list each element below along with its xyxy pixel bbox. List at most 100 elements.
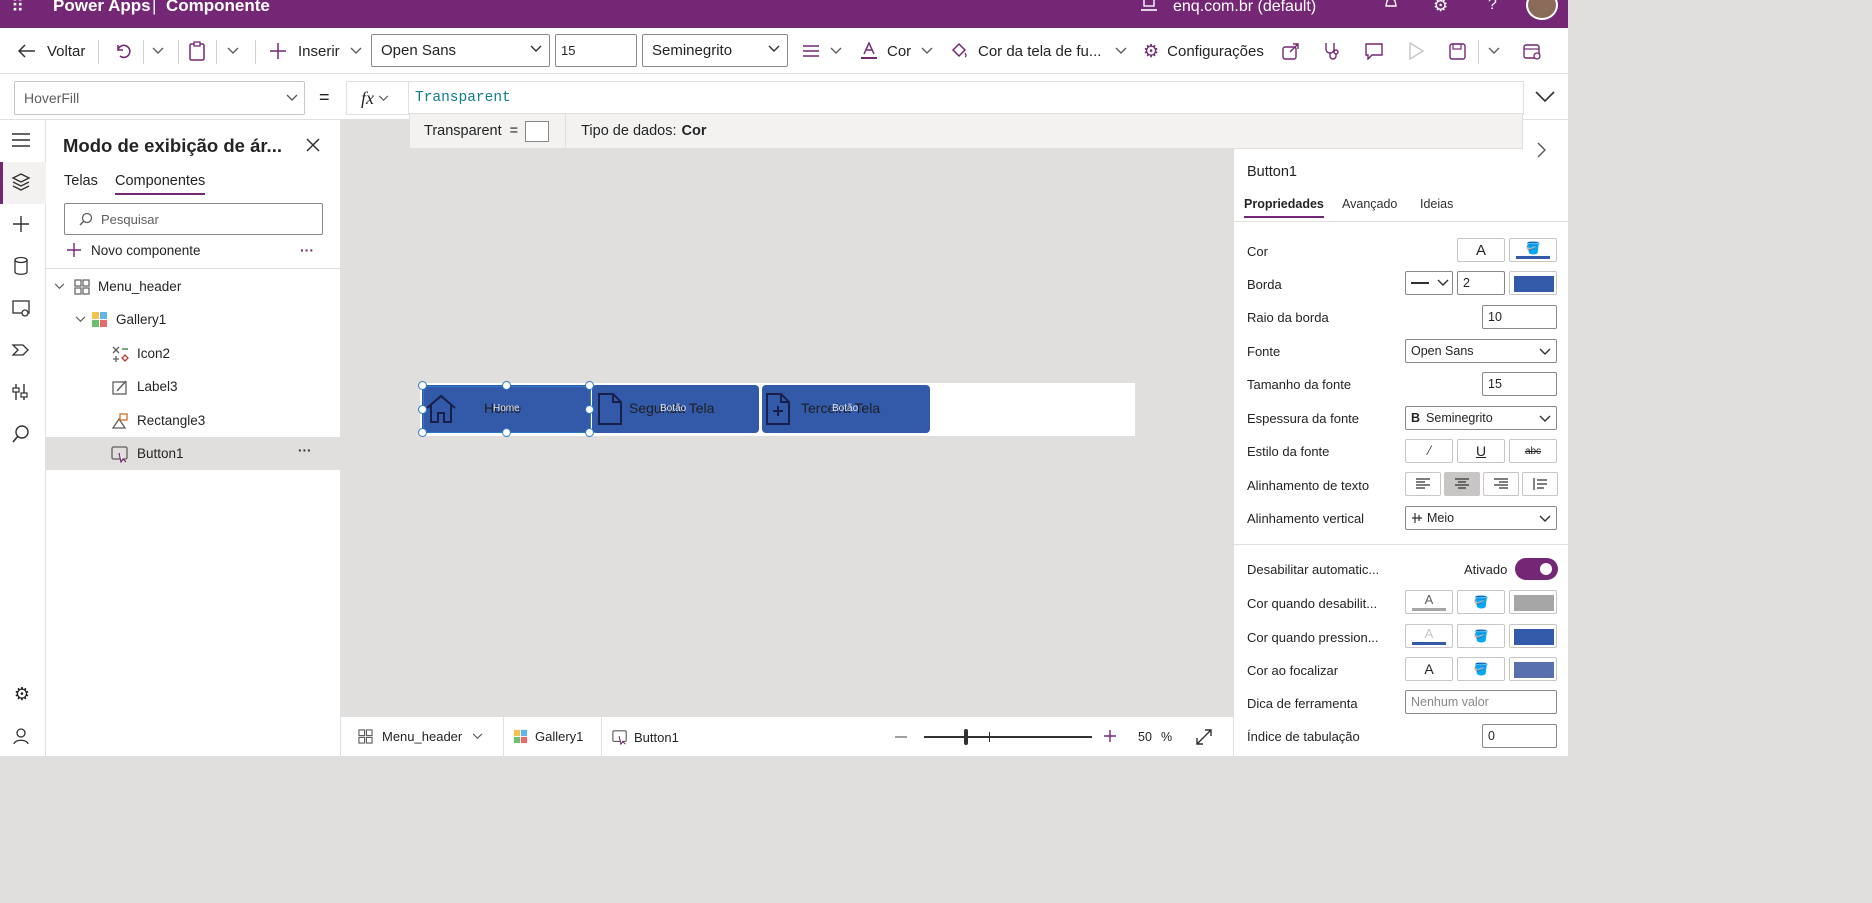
virtual-agent-icon[interactable] <box>11 726 33 748</box>
new-component-button[interactable]: Novo componente <box>66 242 201 258</box>
search-input[interactable]: Pesquisar <box>64 203 323 235</box>
pressed-fill-picker[interactable]: 🪣 <box>1457 624 1505 648</box>
preview-button[interactable] <box>1408 28 1424 74</box>
settings-icon[interactable]: ⚙ <box>11 684 33 706</box>
zoom-out-icon[interactable] <box>895 736 907 738</box>
media-icon[interactable] <box>11 298 33 320</box>
focus-text-color-picker[interactable]: A <box>1405 657 1453 681</box>
tree-node-icon2[interactable]: Icon2 <box>46 337 341 370</box>
breadcrumb-menu-header[interactable]: Menu_header <box>358 729 483 744</box>
undo-button[interactable] <box>114 28 132 74</box>
screen-fill-button[interactable]: Cor da tela de fu... <box>950 28 1127 74</box>
insert-button[interactable]: Inserir <box>269 28 362 74</box>
avatar[interactable] <box>1526 0 1558 20</box>
back-button[interactable]: Voltar <box>18 28 85 74</box>
auto-disable-toggle[interactable] <box>1515 558 1558 580</box>
font-weight-select[interactable]: B Seminegrito <box>1405 406 1557 430</box>
disabled-fill-picker[interactable]: 🪣 <box>1457 590 1505 614</box>
strikethrough-button[interactable]: abc <box>1509 439 1557 463</box>
waffle-icon[interactable]: ⠿ <box>11 0 24 17</box>
tree-node-menu-header[interactable]: Menu_header <box>46 270 341 303</box>
text-color-button[interactable]: Cor <box>861 28 933 74</box>
pressed-text-color-picker[interactable]: A <box>1405 624 1453 648</box>
resize-handle-se[interactable] <box>585 428 594 437</box>
resize-handle-e[interactable] <box>585 405 594 414</box>
resize-handle-s[interactable] <box>502 428 511 437</box>
design-canvas[interactable]: Home Home Segunda Tela Botão Terceira Te… <box>341 120 1233 716</box>
close-icon[interactable] <box>306 138 320 152</box>
focus-border-picker[interactable] <box>1509 657 1557 681</box>
gallery-button-terceira[interactable]: Terceira Tela Botão <box>762 385 930 433</box>
hamburger-icon[interactable] <box>11 132 33 154</box>
disabled-text-color-picker[interactable]: A <box>1405 590 1453 614</box>
align-justify-button[interactable] <box>1522 472 1558 496</box>
pressed-border-picker[interactable] <box>1509 624 1557 648</box>
panel-expand-chevron-icon[interactable] <box>1537 142 1546 158</box>
breadcrumb-button1[interactable]: Button1 <box>612 729 679 745</box>
font-family-select[interactable]: Open Sans <box>371 34 550 67</box>
zoom-slider[interactable] <box>924 728 1092 746</box>
breadcrumb-gallery1[interactable]: Gallery1 <box>513 729 583 744</box>
border-color-picker[interactable] <box>1509 271 1557 295</box>
font-weight-select[interactable]: Seminegrito <box>642 34 788 67</box>
border-radius-input[interactable]: 10 <box>1482 305 1557 329</box>
fit-to-window-icon[interactable] <box>1196 729 1212 745</box>
resize-handle-w[interactable] <box>418 405 427 414</box>
gear-icon[interactable]: ⚙ <box>1433 0 1448 16</box>
tab-index-input[interactable]: 0 <box>1482 724 1557 748</box>
settings-button[interactable]: ⚙ Configurações <box>1143 28 1264 74</box>
tab-componentes[interactable]: Componentes <box>115 173 206 195</box>
text-color-picker[interactable]: A <box>1457 238 1505 262</box>
save-button[interactable] <box>1449 28 1466 74</box>
resize-handle-nw[interactable] <box>418 381 427 390</box>
comments-button[interactable] <box>1365 28 1383 74</box>
undo-menu-chevron[interactable] <box>152 28 164 74</box>
search-icon[interactable] <box>11 424 33 446</box>
tree-node-rectangle3[interactable]: Rectangle3 <box>46 404 341 437</box>
border-style-select[interactable] <box>1405 271 1453 295</box>
font-size-input[interactable]: 15 <box>1482 372 1557 396</box>
power-automate-icon[interactable] <box>11 340 33 362</box>
share-button[interactable] <box>1282 28 1300 74</box>
more-options-icon[interactable]: ··· <box>298 443 312 458</box>
bell-icon[interactable] <box>1384 0 1398 9</box>
save-menu-chevron[interactable] <box>1488 28 1500 74</box>
environment-icon[interactable] <box>1141 0 1157 12</box>
font-select[interactable]: Open Sans <box>1405 339 1557 363</box>
tree-node-gallery1[interactable]: Gallery1 <box>46 303 341 336</box>
align-right-button[interactable] <box>1483 472 1519 496</box>
font-size-input[interactable]: 15 <box>555 34 637 67</box>
resize-handle-n[interactable] <box>502 381 511 390</box>
focus-fill-picker[interactable]: 🪣 <box>1457 657 1505 681</box>
environment-name[interactable]: enq.com.br (default) <box>1173 0 1316 16</box>
tab-telas[interactable]: Telas <box>64 173 98 189</box>
tab-propriedades[interactable]: Propriedades <box>1244 197 1324 218</box>
app-checker-button[interactable] <box>1323 28 1341 74</box>
property-select[interactable]: HoverFill <box>14 81 305 115</box>
database-icon[interactable] <box>11 256 33 278</box>
tree-node-label3[interactable]: Label3 <box>46 370 341 403</box>
tree-node-button1[interactable]: Button1 ··· <box>46 437 341 470</box>
underline-button[interactable]: U <box>1457 439 1505 463</box>
vertical-align-select[interactable]: Meio <box>1405 506 1557 530</box>
italic-button[interactable]: / <box>1405 439 1453 463</box>
zoom-slider-thumb[interactable] <box>964 729 968 745</box>
disabled-border-picker[interactable] <box>1509 590 1557 614</box>
zoom-in-icon[interactable] <box>1103 729 1117 743</box>
tab-ideias[interactable]: Ideias <box>1420 197 1453 211</box>
formula-input[interactable]: Transparent <box>408 81 1524 115</box>
paste-menu-chevron[interactable] <box>227 28 239 74</box>
text-align-button[interactable] <box>803 28 842 74</box>
gallery-button-segunda[interactable]: Segunda Tela Botão <box>592 385 759 433</box>
align-center-button[interactable] <box>1444 472 1480 496</box>
tooltip-input[interactable]: Nenhum valor <box>1405 690 1557 714</box>
expand-formula-icon[interactable] <box>1535 91 1555 103</box>
variables-icon[interactable] <box>11 382 33 404</box>
border-thickness-input[interactable]: 2 <box>1457 271 1505 295</box>
insert-icon[interactable] <box>11 214 33 236</box>
resize-handle-ne[interactable] <box>585 381 594 390</box>
fill-color-picker[interactable]: 🪣 <box>1509 238 1557 262</box>
help-icon[interactable]: ? <box>1488 0 1497 14</box>
publish-button[interactable] <box>1523 28 1541 74</box>
function-button[interactable]: fx <box>346 81 408 115</box>
